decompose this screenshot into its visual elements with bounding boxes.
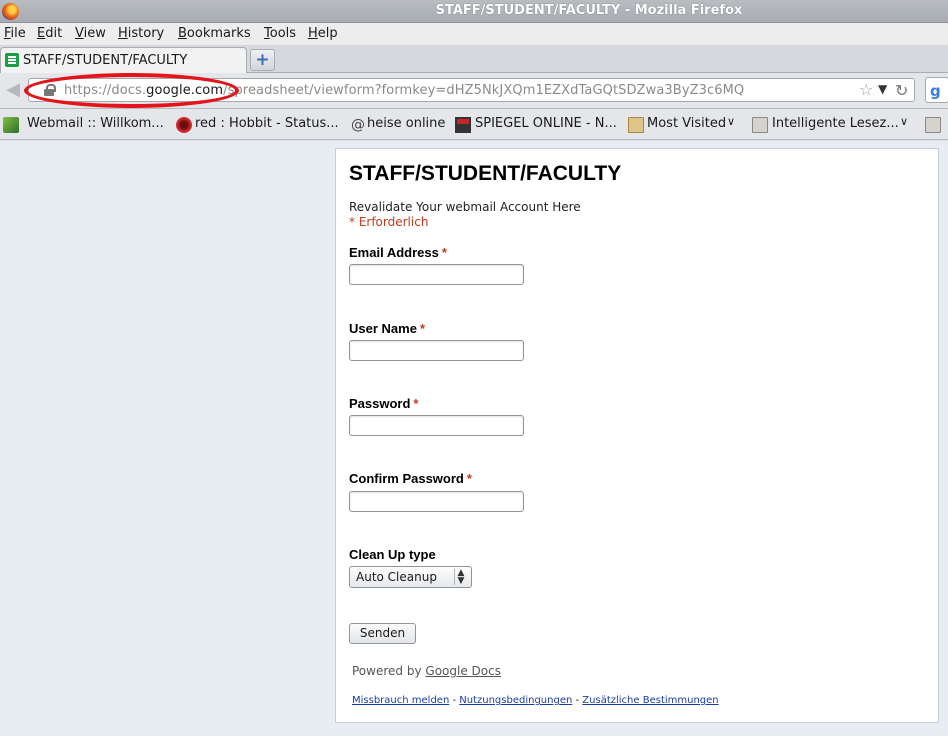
menu-help[interactable]: Help xyxy=(308,26,338,41)
bookmark-spiegel[interactable]: SPIEGEL ONLINE - N... xyxy=(475,116,617,131)
menu-edit[interactable]: Edit xyxy=(37,26,62,41)
menu-view[interactable]: View xyxy=(75,26,106,41)
hobbit-favicon-icon xyxy=(176,117,192,133)
lock-icon[interactable] xyxy=(44,84,56,96)
footer-links: Missbrauch melden - Nutzungsbedingungen … xyxy=(352,695,719,706)
bookmark-folder-icon[interactable] xyxy=(925,117,941,133)
password-label: Password * xyxy=(349,396,419,411)
window-titlebar: STAFF/STUDENT/FACULTY - Mozilla Firefox xyxy=(0,0,948,23)
form-description: Revalidate Your webmail Account Here xyxy=(349,200,581,214)
bookmark-hobbit[interactable]: red : Hobbit - Status... xyxy=(195,116,339,131)
search-engine-icon[interactable]: g xyxy=(925,77,948,103)
required-star: * xyxy=(441,245,447,260)
url-dropdown-icon[interactable]: ▼ xyxy=(878,82,887,96)
cleanup-type-select[interactable]: Auto Cleanup ▲ ▼ xyxy=(349,566,472,588)
required-star: * xyxy=(413,396,419,411)
menu-file[interactable]: File xyxy=(4,26,26,41)
form-title: STAFF/STUDENT/FACULTY xyxy=(349,162,622,185)
select-updown-icon: ▲ ▼ xyxy=(454,569,467,586)
bookmark-most-visited[interactable]: Most Visited xyxy=(647,116,726,131)
powered-by: Powered by Google Docs xyxy=(352,664,501,678)
required-star: * xyxy=(419,321,425,336)
cleanup-type-value: Auto Cleanup xyxy=(356,570,437,584)
url-prefix: https://docs. xyxy=(64,83,147,98)
window-title: STAFF/STUDENT/FACULTY - Mozilla Firefox xyxy=(435,3,743,18)
most-visited-chevron-icon[interactable]: ∨ xyxy=(727,115,735,128)
menu-history[interactable]: History xyxy=(118,26,164,41)
cleanup-type-label: Clean Up type xyxy=(349,547,436,562)
heise-favicon-icon: @ xyxy=(351,117,365,133)
tab-strip: STAFF/STUDENT/FACULTY + xyxy=(0,45,948,73)
email-field[interactable] xyxy=(349,264,524,285)
abuse-report-link[interactable]: Missbrauch melden xyxy=(352,695,449,706)
footer-separator: - xyxy=(452,695,457,706)
spiegel-favicon-icon xyxy=(455,117,471,133)
additional-terms-link[interactable]: Zusätzliche Bestimmungen xyxy=(582,695,718,706)
most-visited-folder-icon xyxy=(628,117,644,133)
username-label: User Name * xyxy=(349,321,425,336)
bookmarks-toolbar: Webmail :: Willkom... red : Hobbit - Sta… xyxy=(0,109,948,140)
url-host: google.com xyxy=(146,83,224,98)
tab-active[interactable]: STAFF/STUDENT/FACULTY xyxy=(0,47,247,73)
navigation-bar: ◀ https://docs.google.com/spreadsheet/vi… xyxy=(0,73,948,109)
back-arrow-icon[interactable]: ◀ xyxy=(2,79,24,101)
username-field[interactable] xyxy=(349,340,524,361)
required-star: * xyxy=(466,471,472,486)
bookmark-heise[interactable]: heise online xyxy=(367,116,445,131)
url-bar[interactable]: https://docs.google.com/spreadsheet/view… xyxy=(28,78,915,102)
menu-tools[interactable]: Tools xyxy=(264,26,296,41)
tab-label: STAFF/STUDENT/FACULTY xyxy=(23,53,188,68)
submit-button[interactable]: Senden xyxy=(349,623,416,644)
terms-link[interactable]: Nutzungsbedingungen xyxy=(459,695,572,706)
footer-separator: - xyxy=(575,695,580,706)
required-note: * Erforderlich xyxy=(349,215,429,229)
reload-icon[interactable]: ↻ xyxy=(895,81,908,100)
menu-bar: File Edit View History Bookmarks Tools H… xyxy=(0,23,948,45)
password-field[interactable] xyxy=(349,415,524,436)
smart-bookmarks-folder-icon xyxy=(752,117,768,133)
google-forms-favicon-icon xyxy=(5,53,19,67)
confirm-password-label: Confirm Password * xyxy=(349,471,472,486)
bookmark-webmail[interactable]: Webmail :: Willkom... xyxy=(27,116,164,131)
bookmark-smart[interactable]: Intelligente Lesez... xyxy=(772,116,899,131)
url-text[interactable]: https://docs.google.com/spreadsheet/view… xyxy=(64,83,744,98)
smart-bookmarks-chevron-icon[interactable]: ∨ xyxy=(900,115,908,128)
email-label: Email Address * xyxy=(349,245,447,260)
bookmark-star-icon[interactable]: ☆ xyxy=(859,80,873,99)
menu-bookmarks[interactable]: Bookmarks xyxy=(178,26,251,41)
webmail-favicon-icon xyxy=(3,117,19,133)
google-docs-link[interactable]: Google Docs xyxy=(425,664,501,678)
powered-prefix: Powered by xyxy=(352,664,422,678)
url-path: /spreadsheet/viewform?formkey=dHZ5NkJXQm… xyxy=(223,83,745,98)
new-tab-button[interactable]: + xyxy=(250,49,275,71)
confirm-password-field[interactable] xyxy=(349,491,524,512)
